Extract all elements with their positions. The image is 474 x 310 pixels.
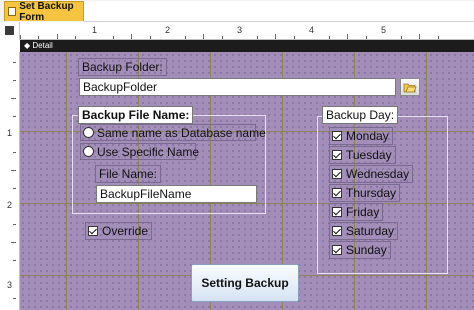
backup-day-label: Backup Day: bbox=[322, 106, 399, 124]
day-check[interactable] bbox=[332, 131, 342, 141]
ruler-number: 3 bbox=[7, 280, 13, 290]
day-label: Friday bbox=[346, 205, 380, 219]
tab-bar: Set Backup Form bbox=[0, 0, 474, 23]
ruler-number: 1 bbox=[7, 128, 13, 138]
detail-section-bar[interactable]: ◆ Detail bbox=[20, 40, 474, 52]
specific-name-radio[interactable] bbox=[83, 146, 94, 157]
ruler-number: 1 bbox=[92, 25, 98, 35]
file-name-label: File Name: bbox=[95, 165, 162, 183]
day-label: Monday bbox=[346, 129, 389, 143]
day-check[interactable] bbox=[332, 207, 342, 217]
day-tuesday[interactable]: Tuesday bbox=[329, 146, 396, 164]
day-check[interactable] bbox=[332, 169, 342, 179]
form-icon bbox=[8, 7, 17, 16]
backup-folder-textbox[interactable]: BackupFolder bbox=[79, 78, 396, 96]
ruler-number: 2 bbox=[165, 25, 171, 35]
setting-backup-button[interactable]: Setting Backup bbox=[191, 264, 299, 302]
option-specific-name[interactable]: Use Specific Name bbox=[80, 143, 200, 160]
day-label: Sunday bbox=[346, 243, 387, 257]
form-selector[interactable] bbox=[0, 22, 20, 40]
day-saturday[interactable]: Saturday bbox=[329, 222, 399, 240]
tab-bar-empty bbox=[84, 1, 474, 22]
day-check[interactable] bbox=[332, 150, 342, 160]
day-label: Saturday bbox=[346, 224, 395, 238]
day-check[interactable] bbox=[332, 245, 342, 255]
backup-file-name-label: Backup File Name: bbox=[78, 106, 194, 124]
day-thursday[interactable]: Thursday bbox=[329, 184, 401, 202]
vertical-ruler: 1 2 3 bbox=[0, 52, 20, 310]
ruler-number: 3 bbox=[237, 25, 243, 35]
day-wednesday[interactable]: Wednesday bbox=[329, 165, 414, 183]
form-selector-icon bbox=[5, 26, 14, 35]
ruler-number: 2 bbox=[7, 200, 13, 210]
detail-canvas[interactable]: Backup Folder: BackupFolder Backup File … bbox=[20, 52, 474, 310]
ruler-number: 4 bbox=[309, 25, 315, 35]
day-label: Thursday bbox=[346, 186, 397, 200]
browse-folder-button[interactable] bbox=[400, 78, 420, 96]
override-check[interactable] bbox=[88, 226, 98, 236]
same-name-label: Same name as Database name bbox=[97, 125, 266, 140]
day-sunday[interactable]: Sunday bbox=[329, 241, 391, 259]
backup-folder-label: Backup Folder: bbox=[78, 58, 167, 76]
same-name-radio[interactable] bbox=[83, 127, 94, 138]
file-name-textbox[interactable]: BackupFileName bbox=[96, 185, 257, 203]
day-check[interactable] bbox=[332, 226, 342, 236]
day-label: Wednesday bbox=[346, 167, 410, 181]
day-label: Tuesday bbox=[346, 148, 392, 162]
day-check[interactable] bbox=[332, 188, 342, 198]
horizontal-ruler: 1 2 3 4 5 bbox=[20, 22, 474, 40]
day-monday[interactable]: Monday bbox=[329, 127, 393, 145]
option-same-name[interactable]: Same name as Database name bbox=[80, 124, 266, 141]
tab-set-backup-form[interactable]: Set Backup Form bbox=[4, 0, 84, 23]
folder-icon bbox=[403, 83, 417, 92]
override-label: Override bbox=[102, 224, 149, 238]
section-label: Detail bbox=[32, 41, 53, 50]
tab-title: Set Backup Form bbox=[19, 0, 74, 23]
ruler-number: 5 bbox=[381, 25, 387, 35]
specific-name-label: Use Specific Name bbox=[97, 144, 200, 159]
override-checkbox[interactable]: Override bbox=[85, 222, 153, 240]
day-friday[interactable]: Friday bbox=[329, 203, 384, 221]
